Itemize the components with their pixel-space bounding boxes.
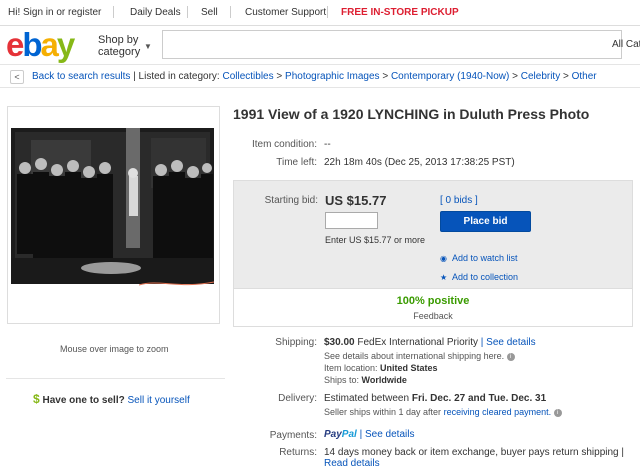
search-category-select[interactable]: All Cat [612, 39, 640, 50]
shipping-see-details-link[interactable]: | See details [481, 337, 536, 348]
signin-register[interactable]: Hi! Sign in or register [8, 7, 101, 18]
sell-question: Have one to sell? [42, 395, 125, 406]
breadcrumb-contemporary[interactable]: Contemporary (1940-Now) [391, 71, 509, 82]
back-to-search-link[interactable]: Back to search results [32, 71, 130, 82]
condition-label: Item condition: [251, 139, 317, 150]
search-input[interactable] [162, 30, 622, 59]
sell-it-yourself-link[interactable]: Sell it yourself [128, 395, 190, 406]
delivery-label: Delivery: [278, 393, 317, 404]
add-to-watch-list[interactable]: ◉ Add to watch list [440, 253, 518, 263]
feedback-label: Feedback [413, 311, 453, 321]
in-store-pickup-link[interactable]: FREE IN-STORE PICKUP [341, 7, 459, 18]
positive-feedback: 100% positive [396, 295, 470, 307]
divider [187, 6, 188, 18]
returns-label: Returns: [279, 447, 317, 458]
eye-icon: ◉ [440, 254, 447, 263]
ebay-logo[interactable]: ebay [6, 28, 75, 62]
intl-shipping-note: See details about international shipping… [324, 351, 515, 361]
press-photo-image [11, 128, 214, 284]
returns-read-details-link[interactable]: Read details [324, 458, 380, 469]
divider [327, 6, 328, 18]
shop-by-category-button[interactable]: Shop by category [98, 34, 140, 58]
divider [230, 6, 231, 18]
sell-link[interactable]: Sell [201, 7, 218, 18]
bid-panel: Starting bid: US $15.77 Enter US $15.77 … [233, 180, 633, 327]
starting-bid-label: Starting bid: [264, 195, 318, 206]
add-to-collection[interactable]: ★ Add to collection [440, 272, 518, 282]
shipping-value: $30.00 FedEx International Priority | Se… [324, 337, 536, 348]
place-bid-button[interactable]: Place bid [440, 211, 531, 232]
customer-support-link[interactable]: Customer Support [245, 7, 326, 18]
header: ebay Shop by category ▼ All Cat [0, 27, 640, 63]
breadcrumb-celebrity[interactable]: Celebrity [521, 71, 560, 82]
dollar-icon: $ [33, 392, 40, 406]
item-photo[interactable] [11, 128, 214, 284]
greeting-text[interactable]: Hi! Sign in or register [8, 7, 101, 18]
info-icon[interactable]: i [506, 352, 515, 361]
top-bar: Hi! Sign in or register Daily Deals Sell… [0, 0, 640, 26]
bid-minimum-hint: Enter US $15.77 or more [325, 235, 426, 245]
bid-count-link[interactable]: [ 0 bids ] [440, 195, 478, 206]
shipping-label: Shipping: [275, 337, 317, 348]
time-left-label: Time left: [276, 157, 317, 168]
bid-amount-input[interactable] [325, 212, 378, 229]
photo-caption-marks [139, 281, 214, 286]
ships-to: Ships to: Worldwide [324, 375, 407, 385]
item-location: Item location: United States [324, 363, 438, 373]
item-image-viewer[interactable] [7, 106, 220, 324]
starting-bid-price: US $15.77 [325, 193, 387, 208]
listed-in-label: | Listed in category: [133, 71, 220, 82]
daily-deals-link[interactable]: Daily Deals [130, 7, 181, 18]
breadcrumb: < Back to search results | Listed in cat… [0, 64, 640, 88]
chevron-left-icon[interactable]: < [10, 70, 24, 84]
payments-see-details-link[interactable]: | See details [360, 429, 415, 440]
zoom-hint: Mouse over image to zoom [60, 344, 169, 354]
info-icon[interactable]: i [553, 408, 562, 417]
paypal-logo: PayPal [324, 429, 357, 440]
time-left-value: 22h 18m 40s (Dec 25, 2013 17:38:25 PST) [324, 157, 515, 168]
seller-feedback: 100% positive Feedback [234, 288, 632, 326]
item-title: 1991 View of a 1920 LYNCHING in Duluth P… [233, 106, 590, 122]
cleared-payment-link[interactable]: receiving cleared payment. [444, 407, 552, 417]
breadcrumb-photographic-images[interactable]: Photographic Images [285, 71, 380, 82]
payments-value: PayPal | See details [324, 429, 414, 440]
payments-label: Payments: [269, 430, 317, 441]
condition-value: -- [324, 139, 331, 150]
seller-ships-note: Seller ships within 1 day after receivin… [324, 407, 562, 417]
returns-policy: 14 days money back or item exchange, buy… [324, 447, 624, 458]
delivery-estimate: Estimated between Fri. Dec. 27 and Tue. … [324, 393, 547, 404]
chevron-down-icon: ▼ [144, 42, 152, 51]
sell-promo: $ Have one to sell? Sell it yourself [33, 392, 190, 406]
divider [113, 6, 114, 18]
breadcrumb-other[interactable]: Other [572, 71, 597, 82]
star-icon: ★ [440, 273, 448, 282]
breadcrumb-collectibles[interactable]: Collectibles [222, 71, 273, 82]
divider [6, 378, 225, 379]
